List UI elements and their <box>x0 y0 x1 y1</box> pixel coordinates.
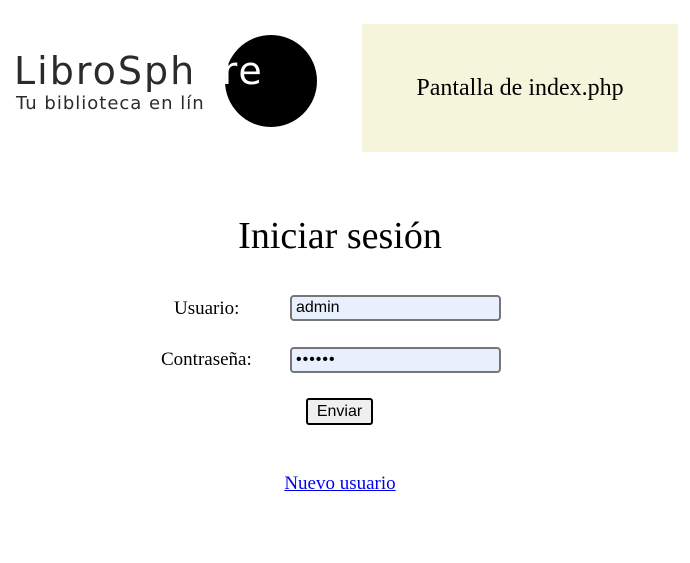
logo-tagline: Tu biblioteca en línea <box>16 93 229 114</box>
page-title: Iniciar sesión <box>238 215 442 257</box>
screen-label: Pantalla de index.php <box>416 74 624 101</box>
page: LibroSphere Tu biblioteca en línea Panta… <box>0 0 690 563</box>
screen-label-box: Pantalla de index.php <box>362 24 678 152</box>
logo-wordmark: LibroSphere <box>14 49 264 93</box>
password-label: Contraseña: <box>161 349 252 370</box>
new-user-container: Nuevo usuario <box>0 473 680 495</box>
username-label: Usuario: <box>174 298 240 319</box>
username-input[interactable] <box>290 295 501 321</box>
librosphere-logo: LibroSphere Tu biblioteca en línea <box>14 34 324 128</box>
submit-button[interactable]: Enviar <box>306 398 373 425</box>
password-input[interactable] <box>290 347 501 373</box>
new-user-link[interactable]: Nuevo usuario <box>284 473 395 494</box>
